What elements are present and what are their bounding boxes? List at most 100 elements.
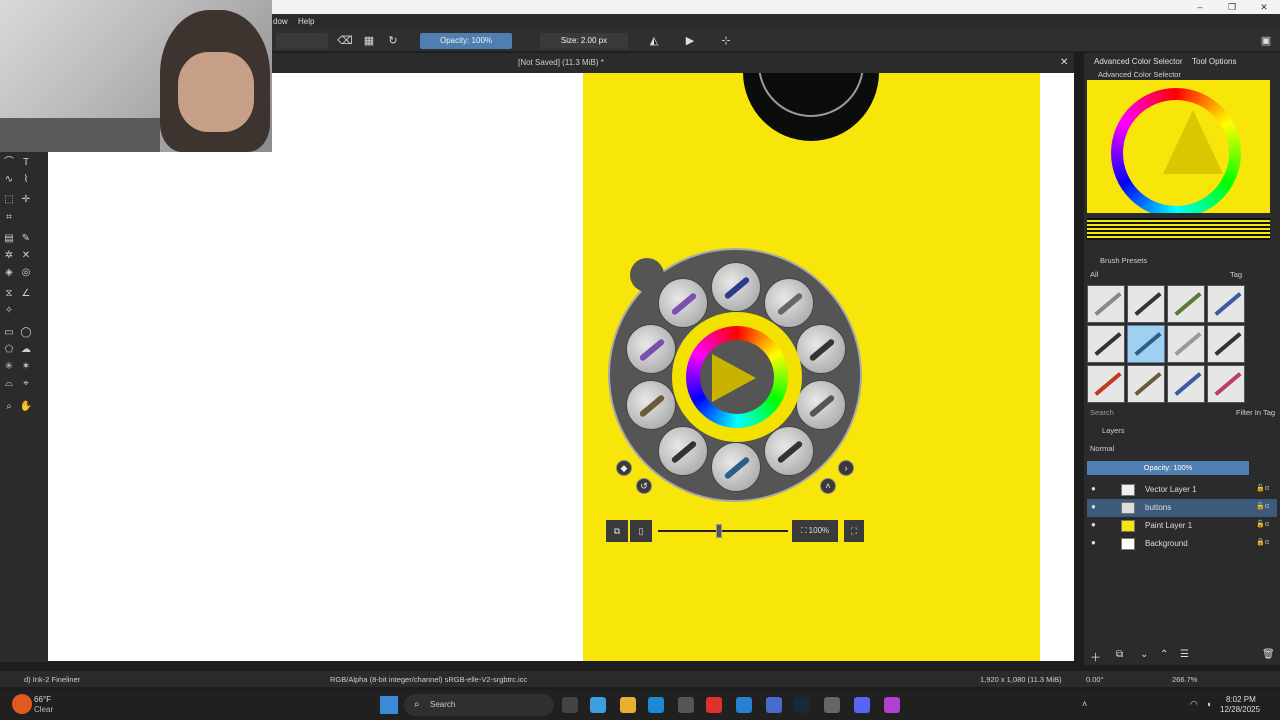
duplicate-layer-icon[interactable]: ⧉ — [1116, 649, 1123, 660]
volume-icon[interactable]: ◖ — [1206, 699, 1211, 709]
steam-icon[interactable] — [794, 697, 810, 713]
visibility-eye-icon[interactable]: ● — [1091, 484, 1096, 493]
enclose-fill-icon[interactable]: ◎ — [19, 266, 33, 280]
discord-icon[interactable] — [854, 697, 870, 713]
rect-select-icon[interactable]: ▭ — [2, 326, 16, 340]
pan-tool-icon[interactable]: ✋ — [19, 400, 33, 414]
wifi-icon[interactable]: ◠ — [1190, 699, 1198, 710]
add-layer-icon[interactable]: ＋ — [1090, 649, 1101, 665]
brush-preset[interactable] — [1127, 285, 1165, 323]
popup-palette[interactable]: ◆ ↺ › ˄ — [608, 248, 862, 502]
palette-brush-slot-3[interactable] — [796, 324, 846, 374]
settings-icon[interactable] — [824, 697, 840, 713]
move-layer-down-icon[interactable]: ⌄ — [1140, 649, 1148, 660]
brush-preset[interactable] — [1207, 325, 1245, 363]
tab-advanced-color-selector[interactable]: Advanced Color Selector — [1094, 57, 1183, 66]
visibility-eye-icon[interactable]: ● — [1091, 520, 1096, 529]
magnetic-select-icon[interactable]: ⌖ — [19, 377, 33, 391]
advanced-color-selector[interactable] — [1087, 80, 1270, 213]
brush-preset[interactable] — [1087, 325, 1125, 363]
toolbar-panel-icon[interactable]: ▣ — [1258, 33, 1274, 49]
contiguous-select-icon[interactable]: ✳ — [2, 360, 16, 374]
store-icon[interactable] — [678, 697, 694, 713]
tag-icon[interactable]: ◆ — [616, 460, 632, 476]
palette-brush-slot-6[interactable] — [711, 442, 761, 492]
tab-tool-options[interactable]: Tool Options — [1192, 57, 1236, 66]
minimize-button[interactable]: – — [1184, 0, 1216, 14]
eraser-icon[interactable]: ⌫ — [337, 33, 353, 49]
fit-page-icon[interactable]: ⛶ — [844, 520, 864, 542]
next-tag-icon[interactable]: › — [838, 460, 854, 476]
clock-time[interactable]: 8:02 PM — [1226, 695, 1256, 704]
copilot-icon[interactable] — [590, 697, 606, 713]
layer-properties-icon[interactable]: ☰ — [1180, 649, 1189, 660]
move-layer-up-icon[interactable]: ⌃ — [1160, 649, 1168, 660]
menu-window[interactable]: dow — [273, 17, 288, 26]
mirror-vertical-icon[interactable]: ▶ — [682, 33, 698, 49]
move-tool-icon[interactable]: ✛ — [19, 193, 33, 207]
reset-rotation-icon[interactable]: ↺ — [636, 478, 652, 494]
status-rotation[interactable]: 0.00° — [1086, 675, 1104, 684]
krita-icon[interactable] — [884, 697, 900, 713]
blend-mode-dropdown[interactable] — [276, 33, 328, 49]
brush-preset[interactable] — [1167, 325, 1205, 363]
recent-color-swatch[interactable] — [630, 258, 664, 292]
bezier-tool-icon[interactable]: ⌒ — [2, 156, 16, 170]
brush-tag-button[interactable]: Tag — [1230, 270, 1242, 279]
layer-row[interactable]: ● Vector Layer 1 🔓α — [1087, 481, 1277, 499]
bezier-select-icon[interactable]: ⌓ — [2, 377, 16, 391]
visibility-eye-icon[interactable]: ● — [1091, 538, 1096, 547]
mirror-horizontal-icon[interactable]: ◭ — [646, 33, 662, 49]
layer-lock-icon[interactable]: 🔓α — [1256, 520, 1269, 528]
color-picker-icon[interactable]: ✎ — [19, 232, 33, 246]
transform-tool-icon[interactable]: ⬚ — [2, 193, 16, 207]
tray-chevron-icon[interactable]: ˄ — [1082, 699, 1087, 709]
delete-layer-icon[interactable]: 🗑 — [1262, 649, 1275, 660]
close-document-icon[interactable]: ✕ — [1060, 57, 1068, 68]
brush-search-input[interactable]: Search — [1090, 408, 1114, 417]
freehand-select-icon[interactable]: ☁ — [19, 343, 33, 357]
reload-preset-icon[interactable]: ↻ — [385, 33, 401, 49]
palette-brush-slot-1[interactable] — [711, 262, 761, 312]
close-window-button[interactable]: ✕ — [1248, 0, 1280, 14]
mirror-canvas-icon[interactable]: ⧉ — [606, 520, 628, 542]
app-red-icon[interactable] — [706, 697, 722, 713]
crop-tool-icon[interactable]: ⌗ — [2, 211, 16, 225]
palette-color-wheel[interactable] — [672, 312, 802, 442]
brush-preset[interactable] — [1167, 285, 1205, 323]
filter-in-tag-checkbox[interactable]: Filter In Tag — [1236, 408, 1275, 417]
brush-preset[interactable] — [1207, 365, 1245, 403]
wrap-around-icon[interactable]: ⊹ — [718, 33, 734, 49]
blend-mode-select[interactable]: Normal — [1090, 444, 1114, 453]
opacity-slider[interactable]: Opacity: 100% — [420, 33, 512, 49]
acs-hue-ring[interactable] — [1111, 88, 1241, 213]
palette-brush-slot-9[interactable] — [626, 324, 676, 374]
brush-preset[interactable] — [1087, 365, 1125, 403]
status-zoom[interactable]: 266.7% — [1172, 675, 1197, 684]
palette-brush-slot-5[interactable] — [764, 426, 814, 476]
size-slider[interactable]: Size: 2.00 px — [540, 33, 628, 49]
saturation-triangle[interactable] — [712, 354, 756, 402]
hue-ring[interactable] — [686, 326, 788, 428]
polyline-tool-icon[interactable]: ⌇ — [19, 173, 33, 187]
zoom-percent-button[interactable]: ⛶ 100% — [792, 520, 838, 542]
palette-brush-slot-8[interactable] — [626, 380, 676, 430]
palette-brush-slot-7[interactable] — [658, 426, 708, 476]
color-history-strip[interactable] — [1087, 218, 1270, 240]
gradient-tool-icon[interactable]: ▤ — [2, 232, 16, 246]
maximize-button[interactable]: ❐ — [1216, 0, 1248, 14]
brush-preset-selected[interactable] — [1127, 325, 1165, 363]
freehand-path-icon[interactable]: ∿ — [2, 173, 16, 187]
palette-brush-slot-2[interactable] — [764, 278, 814, 328]
layer-lock-icon[interactable]: 🔓α — [1256, 502, 1269, 510]
brush-preset[interactable] — [1207, 285, 1245, 323]
zoom-slider-handle[interactable] — [716, 524, 722, 538]
acs-triangle[interactable] — [1163, 110, 1223, 174]
weather-icon[interactable] — [12, 694, 32, 714]
ellipse-select-icon[interactable]: ◯ — [19, 326, 33, 340]
layer-lock-icon[interactable]: 🔒α — [1256, 538, 1269, 546]
windows-start-icon[interactable] — [380, 696, 398, 714]
taskbar-search-box[interactable]: ⌕ Search — [404, 694, 554, 716]
measure-tool-icon[interactable]: ⧖ — [2, 287, 16, 301]
layer-row[interactable]: ● Paint Layer 1 🔓α — [1087, 517, 1277, 535]
